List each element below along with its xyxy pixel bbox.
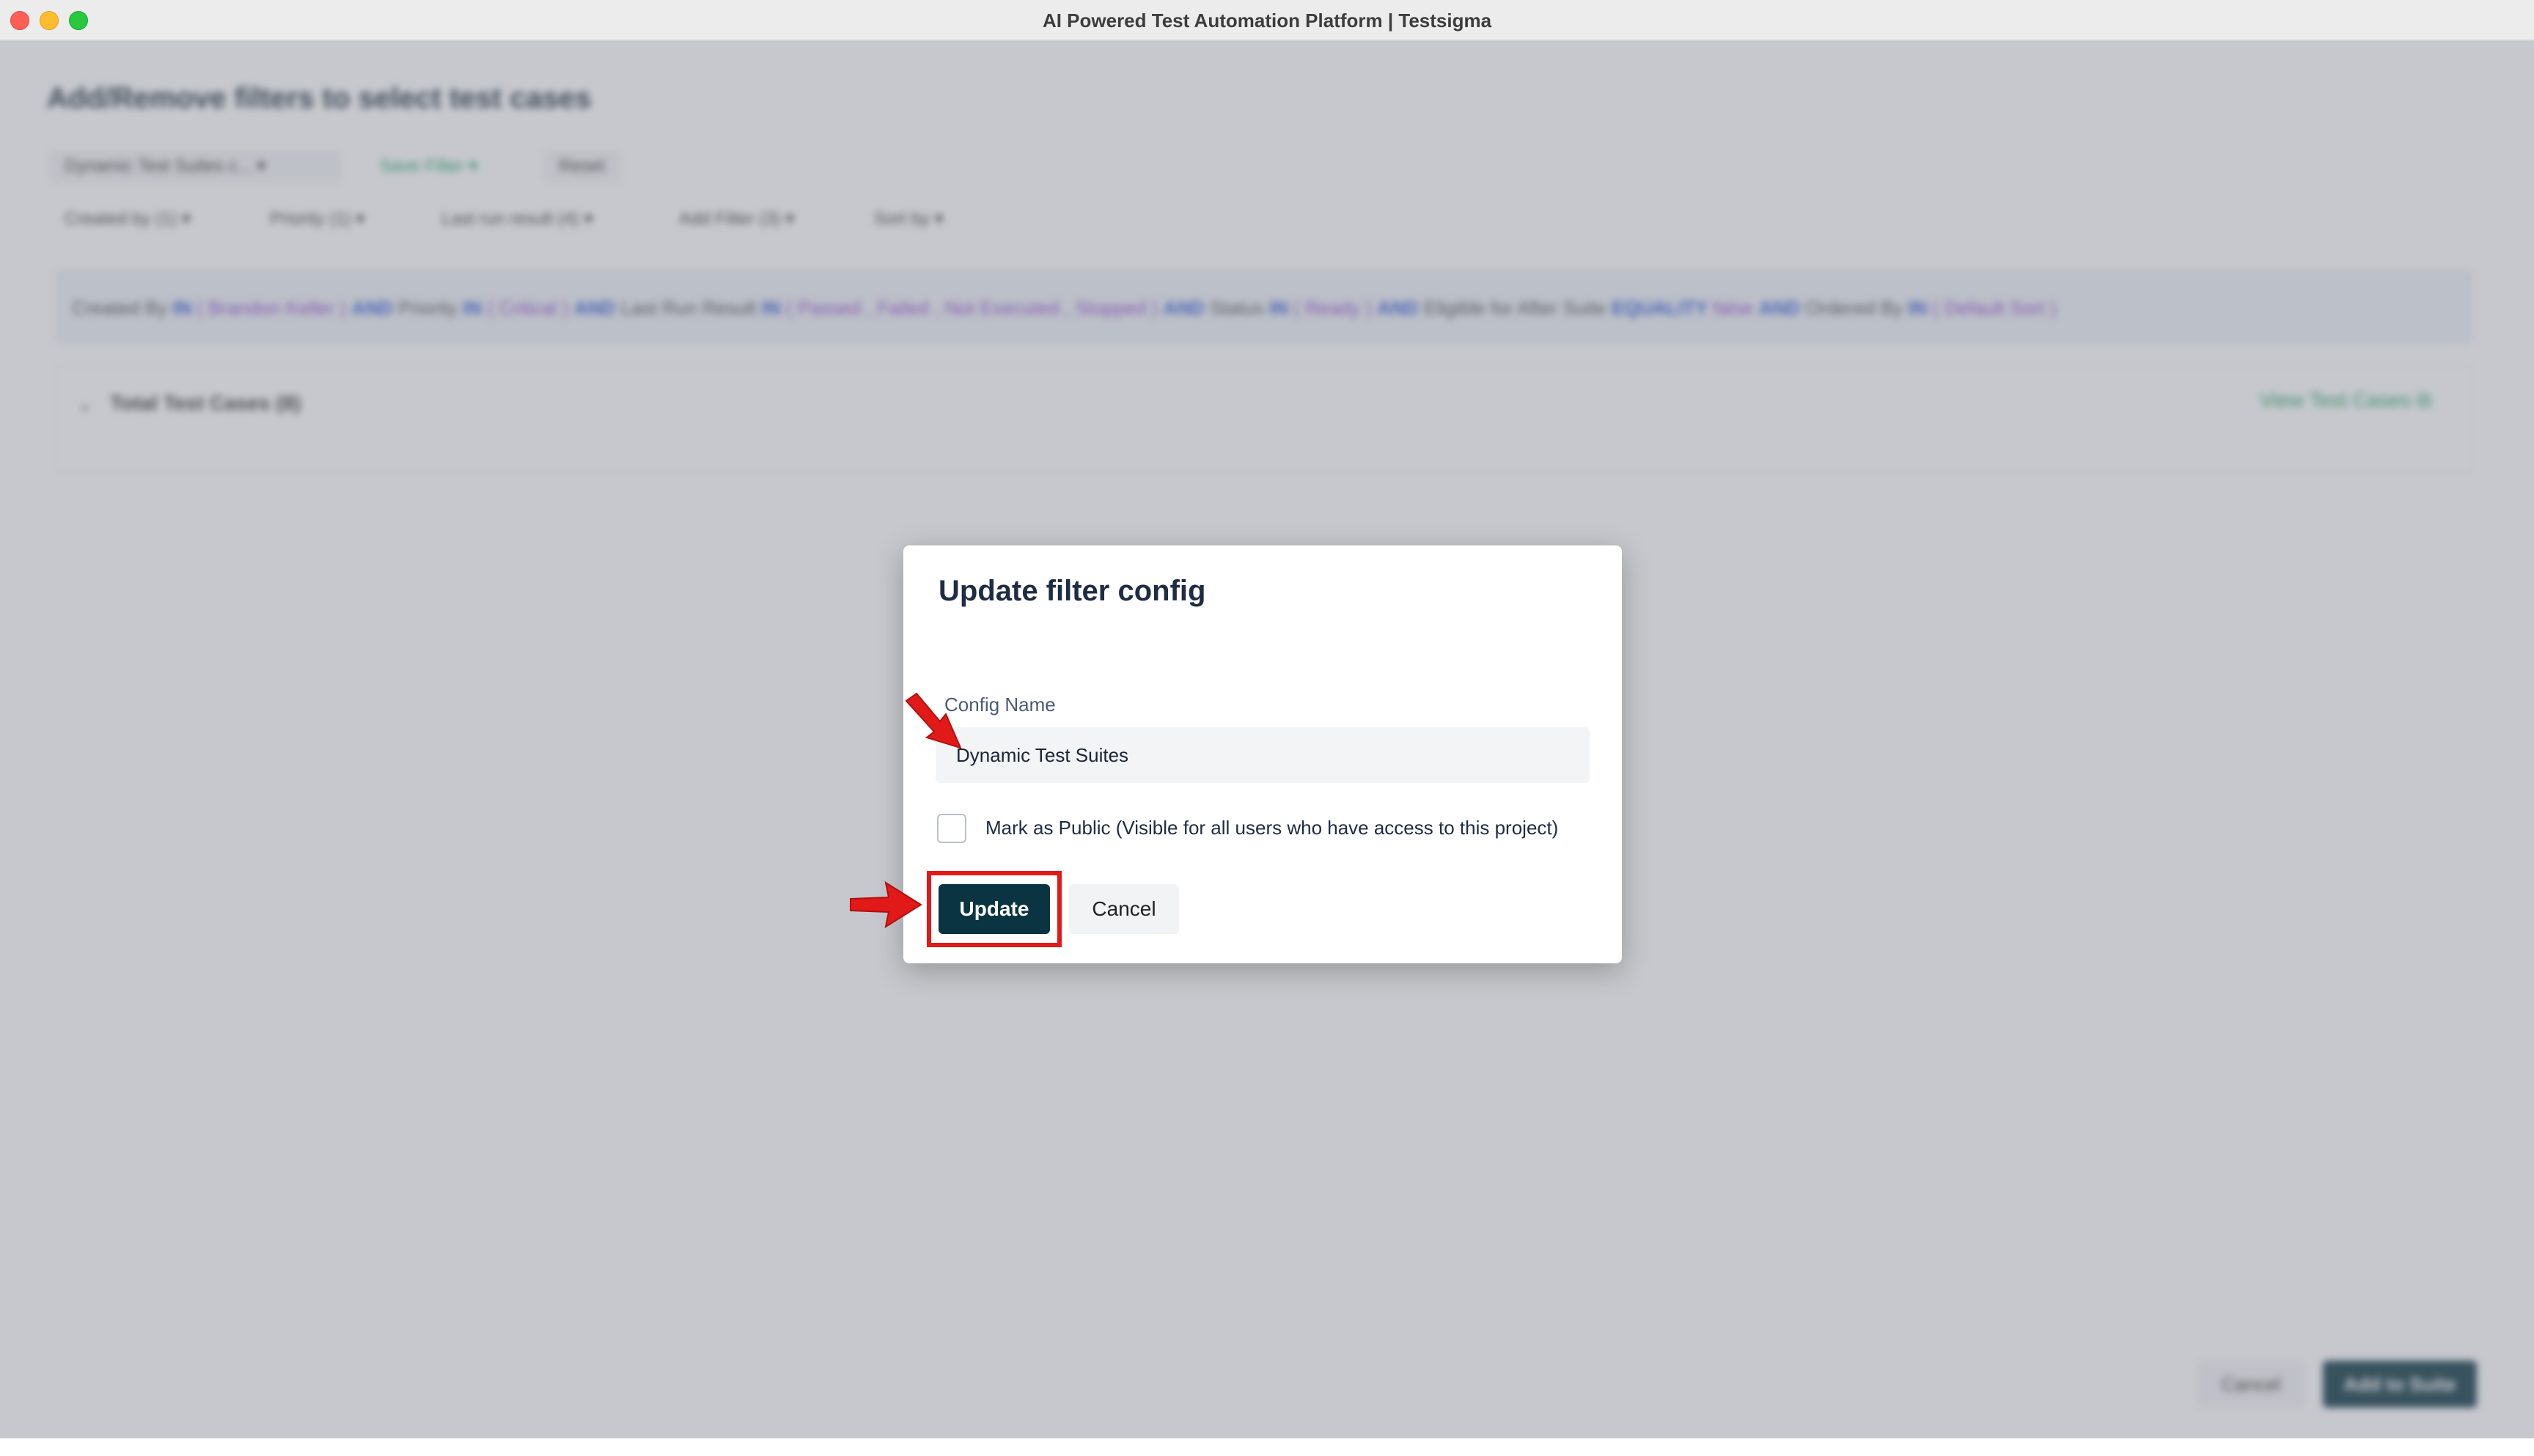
- window-titlebar: AI Powered Test Automation Platform | Te…: [0, 0, 2534, 41]
- update-filter-config-dialog: Update filter config Config Name Mark as…: [903, 545, 1622, 963]
- config-name-input[interactable]: [936, 727, 1590, 783]
- mark-public-label[interactable]: Mark as Public (Visible for all users wh…: [985, 817, 1558, 839]
- annotation-arrow-icon: [905, 692, 962, 749]
- cancel-button[interactable]: Cancel: [1069, 884, 1179, 934]
- dialog-title: Update filter config: [939, 575, 1206, 607]
- window-title: AI Powered Test Automation Platform | Te…: [1042, 10, 1492, 32]
- annotation-highlight-box: [927, 871, 1062, 947]
- mark-public-checkbox[interactable]: [937, 814, 966, 843]
- app-content: Add/Remove filters to select test cases …: [0, 41, 2534, 1438]
- annotation-arrow-icon: [850, 880, 922, 929]
